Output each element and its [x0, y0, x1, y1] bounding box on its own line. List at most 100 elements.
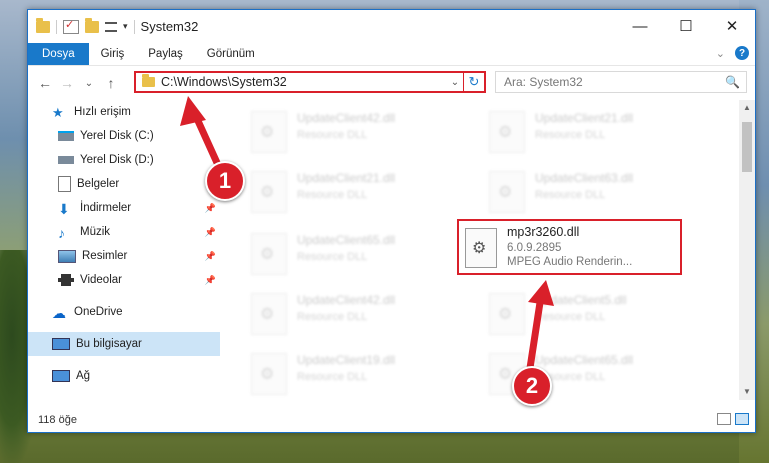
sidebar-item-downloads[interactable]: ⬇ İndirmeler 📌 [28, 196, 220, 220]
dll-file-icon [489, 293, 525, 335]
status-bar: 118 öğe [28, 408, 755, 432]
file-item[interactable]: UpdateClient63.dll Resource DLL [461, 168, 681, 224]
search-placeholder: Ara: System32 [504, 75, 583, 89]
dll-file-icon [465, 228, 497, 268]
address-path[interactable]: C:\Windows\System32 [161, 75, 447, 89]
file-item[interactable]: UpdateClient65.dll Resource DLL [223, 230, 443, 286]
large-icons-view-icon[interactable] [735, 413, 749, 425]
pin-icon[interactable]: 📌 [205, 203, 216, 214]
file-name: UpdateClient42.dll [297, 293, 396, 307]
sidebar-item-this-pc[interactable]: Bu bilgisayar [28, 332, 220, 356]
refresh-button[interactable]: ↻ [463, 73, 484, 91]
file-description: Resource DLL [297, 371, 368, 383]
file-description: Resource DLL [297, 251, 368, 263]
scroll-down-icon[interactable]: ▼ [739, 384, 755, 400]
file-name: UpdateClient63.dll [535, 171, 634, 185]
navigation-pane: ★ Hızlı erişim Yerel Disk (C:) Yerel Dis… [28, 100, 220, 400]
file-name: UpdateClient21.dll [297, 171, 396, 185]
scrollbar-thumb[interactable] [742, 122, 752, 172]
item-count: 118 öğe [38, 414, 77, 426]
minimize-button[interactable]: — [617, 10, 663, 42]
step-badge-2: 2 [512, 366, 552, 406]
file-item[interactable]: UpdateClient42.dll Resource DLL [223, 290, 443, 346]
scroll-up-icon[interactable]: ▲ [739, 100, 755, 116]
search-icon[interactable]: 🔍 [725, 75, 740, 89]
tab-paylas[interactable]: Paylaş [136, 43, 195, 65]
sidebar-item-label: İndirmeler [80, 202, 132, 214]
folder-icon[interactable] [36, 17, 50, 33]
file-name: mp3r3260.dll [507, 225, 580, 239]
sidebar-item-drive-d[interactable]: Yerel Disk (D:) [28, 148, 220, 172]
step-badge-1: 1 [205, 161, 245, 201]
pictures-icon [58, 249, 76, 263]
dll-file-icon [489, 171, 525, 213]
sidebar-item-network[interactable]: Ağ [28, 364, 220, 388]
file-description: Resource DLL [535, 129, 606, 141]
dll-file-icon [251, 233, 287, 275]
star-icon: ★ [52, 105, 64, 120]
new-folder-icon[interactable] [85, 17, 99, 33]
forward-button[interactable]: → [56, 75, 78, 91]
customize-toolbar-icon[interactable] [105, 21, 117, 32]
computer-icon [52, 338, 70, 350]
documents-icon [58, 176, 71, 192]
properties-icon[interactable] [63, 18, 79, 34]
file-meta: mp3r3260.dll 6.0.9.2895 MPEG Audio Rende… [507, 221, 632, 273]
sidebar-item-music[interactable]: ♪ Müzik 📌 [28, 220, 220, 244]
file-item[interactable]: UpdateClient5.dll Resource DLL [461, 290, 681, 346]
file-description: Resource DLL [535, 189, 606, 201]
highlighted-file-mp3r3260[interactable]: mp3r3260.dll 6.0.9.2895 MPEG Audio Rende… [457, 219, 682, 275]
toolbar-separator [56, 19, 57, 34]
tab-giris[interactable]: Giriş [89, 43, 137, 65]
close-button[interactable]: ✕ [709, 10, 755, 42]
expand-ribbon-icon[interactable]: ⌄ [716, 47, 725, 60]
file-description: Resource DLL [297, 189, 368, 201]
dll-file-icon [251, 111, 287, 153]
sidebar-item-label: Yerel Disk (C:) [80, 130, 154, 142]
vertical-scrollbar[interactable]: ▲ ▼ [739, 100, 755, 400]
file-item[interactable]: UpdateClient21.dll Resource DLL [461, 108, 681, 164]
sidebar-item-label: Belgeler [77, 178, 120, 190]
sidebar-item-label: Müzik [80, 226, 111, 238]
pin-icon[interactable]: 📌 [205, 251, 216, 262]
title-bar[interactable]: ▾ System32 — ☐ ✕ [28, 10, 755, 43]
details-view-icon[interactable] [717, 413, 731, 425]
sidebar-item-label: Bu bilgisayar [76, 338, 142, 350]
file-name: UpdateClient65.dll [297, 233, 396, 247]
sidebar-item-pictures[interactable]: Resimler 📌 [28, 244, 220, 268]
maximize-button[interactable]: ☐ [663, 10, 709, 42]
drive-icon [58, 131, 74, 141]
address-bar[interactable]: C:\Windows\System32 ⌄ ↻ [134, 71, 486, 93]
recent-locations-button[interactable]: ⌄ [78, 78, 100, 89]
pin-icon[interactable]: 📌 [205, 227, 216, 238]
search-input[interactable]: Ara: System32 🔍 [495, 71, 747, 93]
toolbar-dropdown-icon[interactable]: ▾ [123, 21, 128, 32]
back-button[interactable]: ← [34, 75, 56, 91]
downloads-icon: ⬇ [58, 201, 70, 217]
up-button[interactable]: ↑ [100, 75, 122, 91]
sidebar-item-onedrive[interactable]: ☁ OneDrive [28, 300, 220, 324]
file-item[interactable]: UpdateClient19.dll Resource DLL [223, 350, 443, 400]
sidebar-item-videos[interactable]: Videolar 📌 [28, 268, 220, 292]
file-item[interactable]: UpdateClient65.dllResource DLL [461, 350, 681, 400]
sidebar-item-drive-c[interactable]: Yerel Disk (C:) [28, 124, 220, 148]
window-controls: — ☐ ✕ [617, 10, 755, 42]
sidebar-item-quick-access[interactable]: ★ Hızlı erişim [28, 100, 220, 124]
address-dropdown-icon[interactable]: ⌄ [447, 77, 463, 88]
tab-dosya[interactable]: Dosya [28, 43, 89, 65]
file-item[interactable]: UpdateClient21.dll Resource DLL [223, 168, 443, 224]
drive-icon [58, 156, 74, 164]
network-icon [52, 370, 70, 382]
ribbon-right-controls: ⌄ ? [716, 46, 749, 60]
sidebar-item-label: OneDrive [74, 306, 123, 318]
file-version: 6.0.9.2895 [507, 242, 562, 254]
pin-icon[interactable]: 📌 [205, 275, 216, 286]
sidebar-item-documents[interactable]: Belgeler [28, 172, 220, 196]
tab-gorunum[interactable]: Görünüm [195, 43, 267, 65]
help-icon[interactable]: ? [735, 46, 749, 60]
file-item[interactable]: UpdateClient42.dll Resource DLL [223, 108, 443, 164]
sidebar-item-label: Videolar [80, 274, 122, 286]
file-name: UpdateClient42.dll [297, 111, 396, 125]
